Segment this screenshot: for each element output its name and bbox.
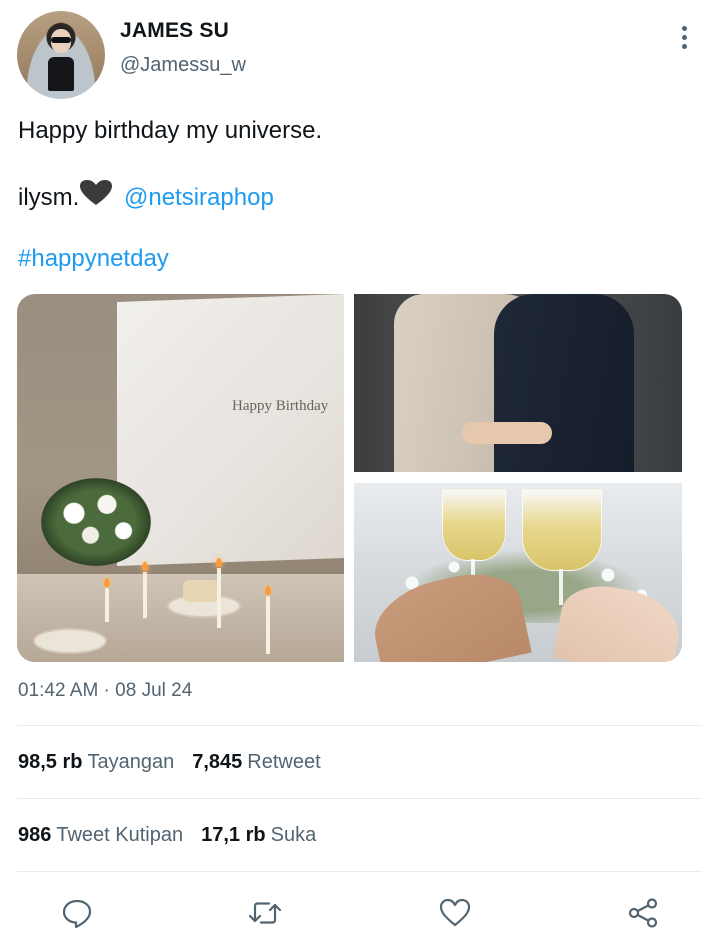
retweets-count: 7,845 [192,751,243,773]
flower-bouquet [41,478,151,566]
more-dot-icon [681,26,687,31]
tweet-text-line-2: ilysm. @netsiraphop [18,179,274,213]
glass-stem [559,569,563,605]
media-photo-birthday-table[interactable]: Happy Birthday [17,294,344,662]
divider [17,725,702,726]
reply-icon [62,899,92,929]
tweet-text-ilysm: ilysm. [18,184,80,211]
navy-jacket [494,294,634,472]
candle [105,588,109,622]
projector-screen-text: Happy Birthday [232,398,329,414]
more-dot-icon [681,35,687,40]
more-options-button[interactable] [672,26,696,54]
candle-flame [265,586,271,595]
stats-row-quotes-likes: 986 Tweet Kutipan 17,1 rb Suka [18,824,316,847]
candle [143,572,147,618]
retweet-icon [248,902,282,924]
views-count: 98,5 rb [18,751,83,773]
retweets-stat[interactable]: 7,845 Retweet [192,751,320,773]
like-icon [439,898,471,927]
author-handle[interactable]: @Jamessu_w [120,54,246,77]
quotes-count: 986 [18,824,52,846]
tweet-timestamp[interactable]: 01:42 AM · 08 Jul 24 [18,680,192,702]
projector-screen [117,294,344,566]
champagne-glass [522,489,602,571]
hand [462,422,552,444]
stats-row-views-retweets: 98,5 rb Tayangan 7,845 Retweet [18,751,321,774]
retweets-label: Retweet [247,751,321,773]
likes-stat[interactable]: 17,1 rb Suka [201,824,316,846]
reply-button[interactable] [57,893,97,933]
divider [17,798,702,799]
media-photo-toast[interactable] [354,483,682,662]
media-photo-embrace[interactable] [354,294,682,472]
retweet-button[interactable] [245,893,285,933]
like-button[interactable] [435,893,475,933]
quotes-label: Tweet Kutipan [56,824,184,846]
plate [33,628,107,654]
candle-flame [142,562,148,571]
candle [217,568,221,628]
tweet-text-line-1: Happy birthday my universe. [18,117,323,144]
avatar-top [48,57,74,91]
champagne-glass [442,489,506,561]
birthday-cake [183,580,219,602]
candle-flame [216,558,222,567]
mention-link[interactable]: @netsiraphop [124,184,274,211]
author-name[interactable]: JAMES SU [120,19,229,43]
share-icon [628,898,658,928]
candle [266,596,270,654]
black-heart-icon [80,180,113,205]
media-grid: Happy Birthday [17,294,682,662]
views-stat[interactable]: 98,5 rb Tayangan [18,751,174,773]
author-avatar[interactable] [17,11,105,99]
likes-count: 17,1 rb [201,824,266,846]
more-dot-icon [681,44,687,49]
share-button[interactable] [623,893,663,933]
likes-label: Suka [270,824,317,846]
views-label: Tayangan [87,751,175,773]
candle-flame [104,578,110,587]
avatar-sunglasses [51,37,71,43]
quotes-stat[interactable]: 986 Tweet Kutipan [18,824,183,846]
hashtag-link[interactable]: #happynetday [18,244,169,274]
divider [17,871,702,872]
